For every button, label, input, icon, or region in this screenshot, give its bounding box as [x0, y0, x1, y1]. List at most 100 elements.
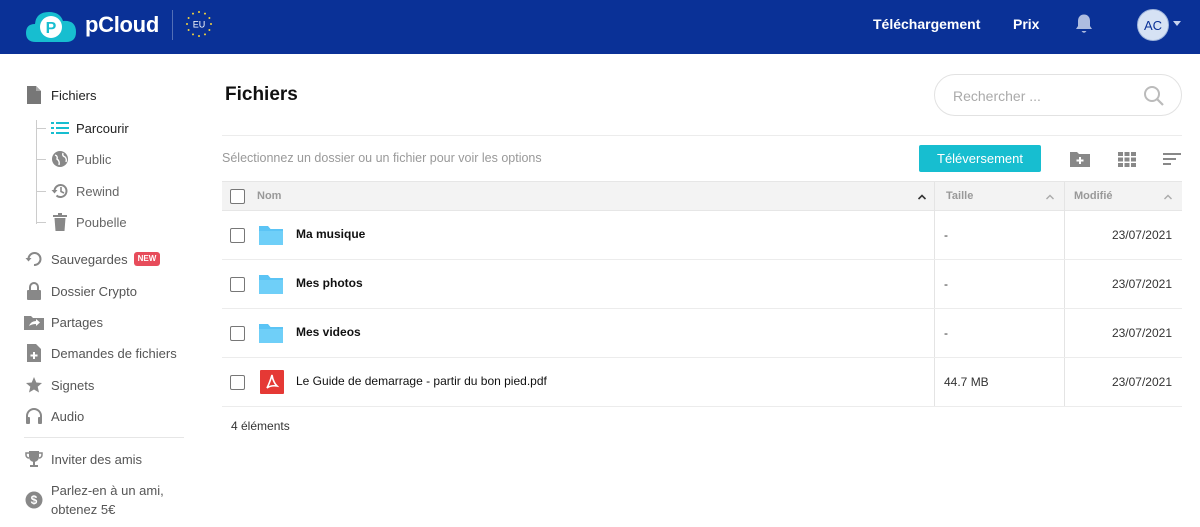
file-name[interactable]: Ma musique	[296, 227, 365, 241]
pcloud-logo-icon[interactable]: P	[24, 8, 78, 44]
selection-hint: Sélectionnez un dossier ou un fichier po…	[222, 151, 542, 165]
sidebar-item-backups[interactable]: Sauvegardes NEW	[24, 248, 161, 270]
column-modified-header[interactable]: Modifié	[1074, 182, 1113, 212]
sidebar-item-files[interactable]: Fichiers	[24, 84, 97, 106]
file-size: -	[944, 228, 948, 242]
table-row[interactable]: Mes videos - 23/07/2021	[222, 309, 1182, 358]
sort-icon[interactable]	[1162, 149, 1182, 169]
refer-line-2: obtenez 5€	[51, 502, 116, 517]
chevron-up-icon[interactable]	[1164, 193, 1172, 201]
row-checkbox[interactable]	[230, 326, 245, 341]
file-modified: 23/07/2021	[1111, 326, 1172, 340]
column-divider	[934, 211, 935, 259]
sidebar-item-shares[interactable]: Partages	[24, 311, 103, 333]
backup-icon	[24, 249, 44, 269]
tree-branch	[36, 191, 46, 192]
file-name[interactable]: Le Guide de demarrage - partir du bon pi…	[296, 374, 547, 388]
table-row[interactable]: Mes photos - 23/07/2021	[222, 260, 1182, 309]
page-title: Fichiers	[225, 84, 298, 105]
notifications-bell-icon[interactable]	[1074, 13, 1094, 35]
column-divider	[1064, 358, 1065, 406]
svg-text:P: P	[46, 20, 57, 37]
file-name[interactable]: Mes videos	[296, 325, 361, 339]
table-row[interactable]: Le Guide de demarrage - partir du bon pi…	[222, 358, 1182, 407]
sidebar-item-label: Public	[76, 151, 112, 167]
sidebar-item-trash[interactable]: Poubelle	[50, 211, 127, 233]
top-bar: P pCloud EU Téléchargement Prix AC	[0, 0, 1200, 54]
column-divider	[1064, 260, 1065, 308]
column-divider	[934, 309, 935, 357]
column-size-header[interactable]: Taille	[946, 182, 973, 212]
row-checkbox[interactable]	[230, 228, 245, 243]
file-name[interactable]: Mes photos	[296, 276, 363, 290]
search-box[interactable]	[934, 74, 1182, 116]
nav-download-link[interactable]: Téléchargement	[873, 16, 980, 32]
file-modified: 23/07/2021	[1111, 375, 1172, 389]
sidebar-item-public[interactable]: Public	[50, 148, 111, 170]
refer-line-1: Parlez-en à un ami,	[51, 483, 164, 498]
folder-icon	[259, 275, 283, 294]
sidebar-item-label: Poubelle	[76, 214, 127, 230]
row-checkbox[interactable]	[230, 277, 245, 292]
sidebar-item-file-requests[interactable]: Demandes de fichiers	[24, 342, 177, 364]
tree-connector	[36, 120, 37, 224]
sidebar-item-label: Fichiers	[51, 87, 97, 103]
item-count: 4 éléments	[231, 419, 290, 433]
lock-icon	[24, 281, 44, 301]
brand-name[interactable]: pCloud	[85, 12, 159, 38]
file-modified: 23/07/2021	[1111, 228, 1172, 242]
sidebar-item-label: Parlez-en à un ami, obtenez 5€	[51, 481, 164, 519]
chevron-up-icon[interactable]	[1046, 193, 1054, 201]
sidebar-item-label: Inviter des amis	[51, 451, 143, 467]
history-icon	[50, 181, 70, 201]
search-icon[interactable]	[1143, 85, 1165, 107]
grid-view-icon[interactable]	[1117, 149, 1137, 169]
eu-region-icon: EU	[186, 11, 212, 37]
list-icon	[50, 118, 70, 138]
file-size: 44.7 MB	[944, 375, 989, 389]
new-badge: NEW	[133, 252, 161, 266]
file-size: -	[944, 326, 948, 340]
table-row[interactable]: Ma musique - 23/07/2021	[222, 211, 1182, 260]
header-divider	[172, 10, 173, 40]
divider	[222, 135, 1182, 136]
sort-ascending-icon[interactable]	[918, 193, 926, 201]
eu-label: EU	[193, 20, 206, 30]
chevron-down-icon[interactable]	[1173, 21, 1181, 26]
sidebar-item-rewind[interactable]: Rewind	[50, 180, 119, 202]
sidebar-item-label: Dossier Crypto	[51, 283, 137, 299]
sidebar-item-label: Demandes de fichiers	[51, 345, 177, 361]
trash-icon	[50, 212, 70, 232]
headphones-icon	[24, 406, 44, 426]
sidebar-divider	[24, 437, 184, 438]
globe-icon	[50, 149, 70, 169]
column-divider	[934, 358, 935, 406]
sidebar-item-crypto[interactable]: Dossier Crypto	[24, 280, 137, 302]
file-add-icon	[24, 343, 44, 363]
user-avatar[interactable]: AC	[1137, 9, 1169, 41]
sidebar-item-audio[interactable]: Audio	[24, 405, 84, 427]
dollar-coin-icon: $	[24, 490, 44, 510]
sidebar-item-refer[interactable]: $ Parlez-en à un ami, obtenez 5€	[24, 481, 164, 521]
file-icon	[24, 85, 44, 105]
tree-branch	[36, 128, 46, 129]
sidebar-item-invite[interactable]: Inviter des amis	[24, 448, 142, 470]
select-all-checkbox[interactable]	[230, 189, 245, 204]
search-input[interactable]	[953, 86, 1143, 106]
sidebar-item-label: Sauvegardes	[51, 251, 128, 267]
nav-pricing-link[interactable]: Prix	[1013, 16, 1039, 32]
column-name-header[interactable]: Nom	[257, 182, 281, 212]
folder-icon	[259, 324, 283, 343]
new-folder-icon[interactable]	[1070, 149, 1090, 169]
pdf-file-icon	[260, 370, 284, 394]
upload-button[interactable]: Téléversement	[919, 145, 1041, 172]
svg-text:$: $	[31, 493, 38, 507]
column-divider	[1064, 211, 1065, 259]
sidebar-item-label: Parcourir	[76, 120, 129, 136]
column-divider	[934, 182, 935, 211]
row-checkbox[interactable]	[230, 375, 245, 390]
folder-icon	[259, 226, 283, 245]
sidebar-item-label: Rewind	[76, 183, 120, 199]
sidebar-item-browse[interactable]: Parcourir	[50, 117, 129, 139]
sidebar-item-bookmarks[interactable]: Signets	[24, 374, 94, 396]
